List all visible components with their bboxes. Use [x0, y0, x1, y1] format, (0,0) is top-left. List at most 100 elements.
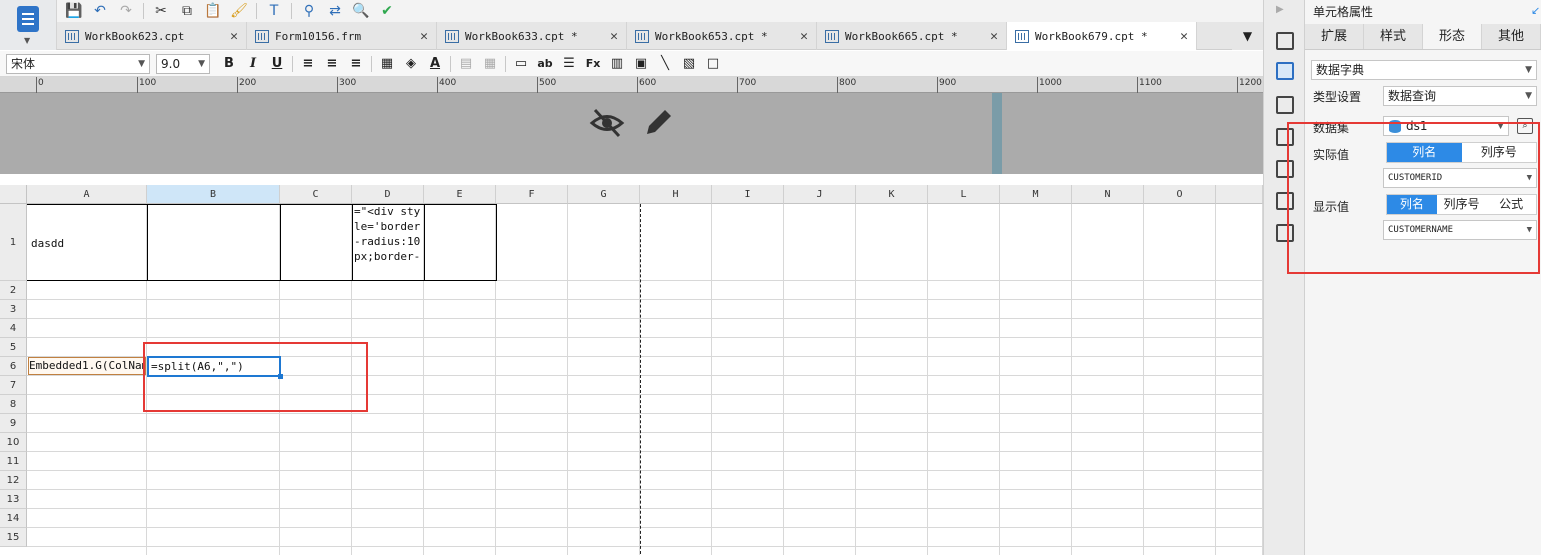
select-all-corner[interactable]: [0, 185, 27, 204]
italic-button[interactable]: I: [242, 54, 264, 74]
paste-icon[interactable]: 📋: [202, 1, 224, 21]
close-icon[interactable]: ✕: [230, 29, 238, 44]
row-header[interactable]: 8: [0, 395, 27, 414]
column-header[interactable]: C: [280, 185, 352, 204]
image-icon[interactable]: ▣: [630, 54, 652, 74]
collapse-icon[interactable]: ↙: [1531, 4, 1540, 17]
column-header[interactable]: N: [1072, 185, 1144, 204]
sub-report-icon[interactable]: ▧: [678, 54, 700, 74]
tab-other[interactable]: 其他: [1482, 24, 1541, 49]
tab-workbook653[interactable]: WorkBook653.cpt * ✕: [627, 22, 817, 50]
cell-a6[interactable]: Embedded1.G(ColName: [28, 357, 146, 375]
template-text-icon[interactable]: T: [263, 1, 285, 21]
close-icon[interactable]: ✕: [610, 29, 618, 44]
swap-icon[interactable]: ⇄: [324, 1, 346, 21]
copy-icon[interactable]: ⧉: [176, 1, 198, 21]
ruler-tick: [837, 77, 838, 93]
column-header[interactable]: B: [147, 185, 280, 204]
column-header[interactable]: H: [640, 185, 712, 204]
formula-icon[interactable]: Fx: [582, 54, 604, 74]
column-header[interactable]: O: [1144, 185, 1216, 204]
row-header[interactable]: 2: [0, 281, 27, 300]
page-break-line: [640, 204, 641, 555]
row-header[interactable]: 14: [0, 509, 27, 528]
preview-icon[interactable]: 🔍: [350, 1, 372, 21]
tab-workbook633[interactable]: WorkBook633.cpt * ✕: [437, 22, 627, 50]
column-header[interactable]: D: [352, 185, 424, 204]
save-icon[interactable]: 💾: [63, 1, 85, 21]
bold-button[interactable]: B: [218, 54, 240, 74]
column-header[interactable]: F: [496, 185, 568, 204]
row-header[interactable]: 6: [0, 357, 27, 376]
close-icon[interactable]: ✕: [420, 29, 428, 44]
plug-icon[interactable]: ⚲: [298, 1, 320, 21]
column-header[interactable]: G: [568, 185, 640, 204]
tab-workbook679[interactable]: WorkBook679.cpt * ✕: [1007, 22, 1197, 50]
close-icon[interactable]: ✕: [800, 29, 808, 44]
merge-cells-icon[interactable]: ▤: [455, 54, 477, 74]
chart-icon[interactable]: ▥: [606, 54, 628, 74]
cell-attribute-icon[interactable]: [1276, 62, 1294, 80]
align-right-icon[interactable]: ≡: [345, 54, 367, 74]
tab-form10156[interactable]: Form10156.frm ✕: [247, 22, 437, 50]
align-center-icon[interactable]: ≡: [321, 54, 343, 74]
cell-element-icon[interactable]: [1276, 32, 1294, 50]
tab-workbook623[interactable]: WorkBook623.cpt ✕: [57, 22, 247, 50]
cut-icon[interactable]: ✂: [150, 1, 172, 21]
column-header[interactable]: M: [1000, 185, 1072, 204]
format-painter-icon[interactable]: 🖌: [228, 1, 250, 21]
spreadsheet-grid[interactable]: ABCDEFGHIJKLMNO 1 2 3 4 5 6 7 8 9 10 11 12 13 14 15 da…: [0, 185, 1263, 555]
tab-shape[interactable]: 形态: [1423, 24, 1482, 49]
column-header[interactable]: I: [712, 185, 784, 204]
text-icon[interactable]: ab: [534, 54, 556, 74]
column-header[interactable]: K: [856, 185, 928, 204]
insert-row-icon[interactable]: ▭: [510, 54, 532, 74]
underline-button[interactable]: U: [266, 54, 288, 74]
row-header[interactable]: 10: [0, 433, 27, 452]
column-header[interactable]: J: [784, 185, 856, 204]
border-icon[interactable]: ▦: [376, 54, 398, 74]
row-header[interactable]: 15: [0, 528, 27, 547]
tab-workbook665[interactable]: WorkBook665.cpt * ✕: [817, 22, 1007, 50]
split-cells-icon[interactable]: ▦: [479, 54, 501, 74]
tab-expand[interactable]: 扩展: [1305, 24, 1364, 49]
hide-eye-icon[interactable]: [589, 105, 625, 141]
align-left-icon[interactable]: ≡: [297, 54, 319, 74]
undo-icon[interactable]: ↶: [89, 1, 111, 21]
redo-icon[interactable]: ↷: [115, 1, 137, 21]
close-icon[interactable]: ✕: [990, 29, 998, 44]
slash-icon[interactable]: ╲: [654, 54, 676, 74]
column-header[interactable]: A: [27, 185, 147, 204]
row-header[interactable]: 7: [0, 376, 27, 395]
column-header[interactable]: L: [928, 185, 1000, 204]
cell-d1[interactable]: ="<div style='border-radius:10px;border-: [354, 204, 424, 281]
row-header[interactable]: 1: [0, 204, 27, 281]
row-header[interactable]: 3: [0, 300, 27, 319]
font-size-select[interactable]: 9.0 ▼: [156, 53, 210, 74]
font-color-icon[interactable]: A: [424, 54, 446, 74]
expand-arrow-icon[interactable]: ▶: [1276, 4, 1284, 15]
float-element-icon[interactable]: [1276, 96, 1294, 114]
row-header[interactable]: 13: [0, 490, 27, 509]
font-family-select[interactable]: 宋体 ▼: [6, 53, 150, 74]
designer-logo-button[interactable]: ▼: [0, 0, 57, 50]
more-icon[interactable]: □: [702, 54, 724, 74]
edit-pencil-icon[interactable]: [641, 106, 675, 140]
check-icon[interactable]: ✔: [376, 1, 398, 21]
grid-line: [27, 451, 1263, 452]
column-header[interactable]: E: [424, 185, 496, 204]
close-icon[interactable]: ✕: [1180, 29, 1188, 44]
tab-style[interactable]: 样式: [1364, 24, 1423, 49]
tab-menu-icon[interactable]: ▼: [1232, 22, 1263, 50]
row-header[interactable]: 9: [0, 414, 27, 433]
row-header[interactable]: 12: [0, 471, 27, 490]
column-header[interactable]: [1216, 185, 1263, 204]
row-header[interactable]: 4: [0, 319, 27, 338]
fill-color-icon[interactable]: ◈: [400, 54, 422, 74]
row-header[interactable]: 11: [0, 452, 27, 471]
row-header[interactable]: 5: [0, 338, 27, 357]
rich-text-icon[interactable]: ☰: [558, 54, 580, 74]
cell-a1[interactable]: dasdd: [31, 236, 143, 251]
type-select[interactable]: 数据查询 ▼: [1383, 86, 1537, 106]
dict-type-select[interactable]: 数据字典 ▼: [1311, 60, 1537, 80]
